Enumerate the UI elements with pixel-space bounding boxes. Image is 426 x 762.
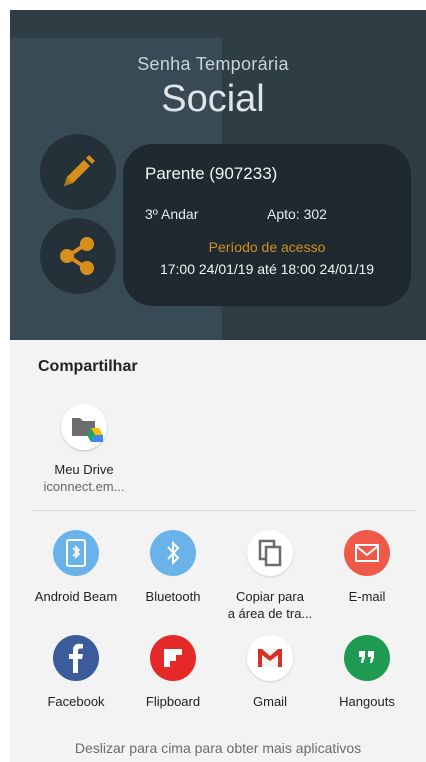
app-label: Android Beam	[34, 589, 118, 604]
flipboard-icon	[150, 635, 196, 681]
app-flipboard[interactable]: Flipboard	[125, 635, 221, 710]
visitor-name: Parente (907233)	[145, 164, 278, 183]
share-divider	[32, 510, 416, 511]
share-icon	[60, 237, 94, 275]
pencil-icon	[64, 155, 95, 186]
app-gmail[interactable]: Gmail	[222, 635, 318, 710]
copy-icon	[247, 530, 293, 576]
android-beam-icon	[53, 530, 99, 576]
direct-share-label: Meu Drive	[54, 462, 114, 477]
access-period-value: 17:00 24/01/19 até 18:00 24/01/19	[159, 261, 375, 277]
app-label: Gmail	[253, 694, 287, 709]
app-label: Copiar para a área de tra...	[222, 588, 318, 622]
app-label: Hangouts	[339, 694, 395, 709]
direct-share-sublabel: iconnect.em...	[43, 479, 125, 494]
facebook-icon	[53, 635, 99, 681]
screen-subtitle: Senha Temporária	[137, 54, 289, 74]
swipe-up-hint: Deslizar para cima para obter mais aplic…	[74, 740, 362, 756]
gmail-icon	[247, 635, 293, 681]
app-label: Flipboard	[145, 694, 201, 709]
app-email[interactable]: E-mail	[319, 530, 415, 605]
app-facebook[interactable]: Facebook	[28, 635, 124, 710]
share-button[interactable]	[40, 218, 116, 294]
share-sheet: Compartilhar Meu Drive iconnect.em... An…	[10, 340, 426, 762]
app-android-beam[interactable]: Android Beam	[28, 530, 124, 605]
access-info-card: Parente (907233) 3º Andar Apto: 302 Perí…	[123, 144, 411, 306]
bluetooth-icon	[150, 530, 196, 576]
direct-share-target[interactable]: Meu Drive iconnect.em...	[32, 404, 136, 494]
screen-title: Social	[161, 78, 265, 120]
app-label: Facebook	[47, 694, 105, 709]
my-drive-icon	[61, 404, 107, 450]
app-bluetooth[interactable]: Bluetooth	[125, 530, 221, 605]
hangouts-icon	[344, 635, 390, 681]
access-period-label: Período de acesso	[208, 239, 326, 255]
app-label-line2: a área de tra...	[227, 606, 313, 621]
floor-label: 3º Andar	[145, 206, 199, 222]
app-label-line1: Copiar para	[236, 589, 304, 604]
share-sheet-title: Compartilhar	[38, 358, 138, 375]
app-label: E-mail	[348, 589, 386, 604]
app-hangouts[interactable]: Hangouts	[319, 635, 415, 710]
app-label: Bluetooth	[145, 589, 201, 604]
envelope-icon	[344, 530, 390, 576]
app-copy-to-clipboard[interactable]: Copiar para a área de tra...	[222, 530, 318, 622]
edit-button[interactable]	[40, 134, 116, 210]
apartment-label: Apto: 302	[267, 206, 327, 222]
